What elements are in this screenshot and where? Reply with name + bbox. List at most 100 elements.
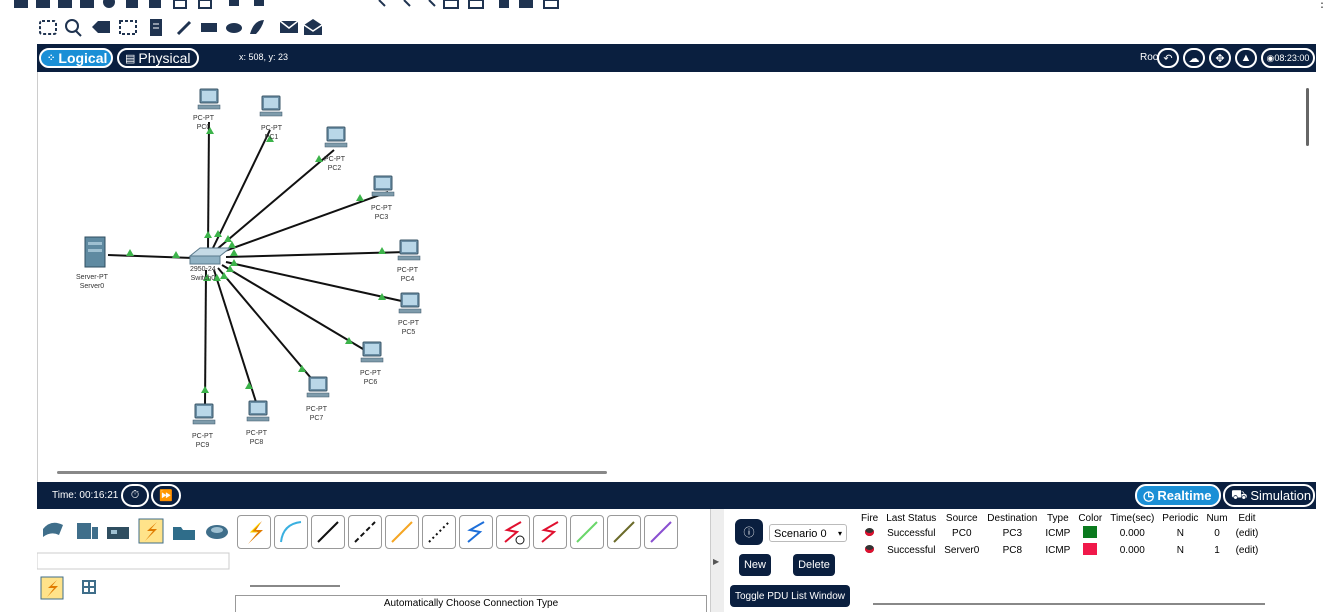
pc2-icon[interactable] — [324, 126, 348, 148]
scenario-select[interactable]: Scenario 0 ▾ — [769, 524, 847, 542]
console-cable-button[interactable] — [274, 515, 308, 549]
network-devices-category-icon[interactable] — [43, 522, 63, 537]
pc7-icon[interactable] — [306, 376, 330, 398]
fiber-button[interactable] — [385, 515, 419, 549]
scenario-info-icon[interactable]: ⓘ — [735, 519, 763, 545]
serial-dce-button[interactable] — [496, 515, 530, 549]
pc6-label: PC-PT PC6 — [360, 370, 381, 386]
toolbar-icons-row[interactable] — [14, 0, 614, 12]
fire-icon[interactable] — [865, 545, 875, 553]
add-simple-pdu-icon[interactable] — [279, 20, 299, 33]
multiuser-category-icon[interactable] — [206, 525, 228, 539]
panel-expander[interactable]: ▶ — [710, 509, 724, 612]
vertical-scrollbar[interactable] — [1306, 88, 1309, 146]
device-search-field[interactable] — [37, 552, 230, 570]
copper-cross-over-button[interactable] — [348, 515, 382, 549]
row-source: PC0 — [952, 528, 972, 539]
row-type: ICMP — [1045, 545, 1071, 556]
more-options-icon[interactable]: ⋮ — [1316, 0, 1328, 10]
realtime-clock-icon: ◷ — [1143, 487, 1155, 503]
pc1-icon[interactable] — [259, 95, 283, 117]
logical-workspace-canvas[interactable]: PC-PT PC0 PC-PT PC1 PC-PT PC2 PC-PT PC3 PC-P… — [37, 72, 1317, 482]
clock-button[interactable]: ◉ 08:23:00 — [1261, 48, 1315, 68]
col-periodic: Periodic — [1162, 513, 1199, 524]
connection-grid-icon[interactable] — [82, 580, 96, 594]
horizontal-scrollbar[interactable] — [57, 471, 607, 474]
link-pc9 — [204, 269, 207, 407]
connection-scrollbar[interactable] — [250, 585, 340, 587]
inspect-icon[interactable] — [65, 19, 82, 37]
draw-ellipse-icon[interactable] — [226, 23, 242, 33]
copper-straight-through-button[interactable] — [311, 515, 345, 549]
col-type: Type — [1046, 513, 1069, 524]
col-last-status: Last Status — [886, 513, 937, 524]
switch0-label: 2950-24 Switch0 — [190, 266, 216, 282]
miscellaneous-category-icon[interactable] — [173, 527, 195, 540]
table-row[interactable]: Successful Server0 PC8 ICMP 0.000 N 1 (e… — [857, 542, 1262, 559]
serial-dte-button[interactable] — [533, 515, 567, 549]
freeform-icon[interactable] — [250, 20, 264, 34]
pdu-table-scrollbar[interactable] — [873, 603, 1265, 605]
table-row[interactable]: Successful PC0 PC3 ICMP 0.000 N 0 (edit) — [857, 525, 1262, 542]
usb-cable-button[interactable] — [644, 515, 678, 549]
simulation-label: Simulation — [1250, 488, 1312, 503]
pdu-list-table: Fire Last Status Source Destination Type… — [857, 512, 1262, 559]
row-edit-link[interactable]: (edit) — [1232, 525, 1263, 542]
new-scenario-button[interactable]: New — [739, 554, 771, 576]
pc4-label: PC-PT PC4 — [397, 267, 418, 283]
phone-cable-button[interactable] — [422, 515, 456, 549]
draw-line-icon[interactable] — [176, 20, 192, 36]
logical-tab[interactable]: ⁘ Logical — [39, 48, 113, 68]
connection-type-hint: Automatically Choose Connection Type — [235, 595, 707, 612]
iot-custom-cable-button[interactable] — [607, 515, 641, 549]
toggle-pdu-list-button[interactable]: Toggle PDU List Window — [730, 585, 850, 607]
add-complex-pdu-icon[interactable] — [303, 19, 323, 35]
row-source: Server0 — [944, 545, 980, 556]
navigation-icon[interactable]: ✥ — [1209, 48, 1231, 68]
auto-connection-button[interactable] — [237, 515, 271, 549]
link-server0 — [107, 254, 194, 259]
realtime-tab[interactable]: ◷ Realtime — [1135, 484, 1221, 507]
fire-icon[interactable] — [865, 528, 875, 536]
col-fire: Fire — [861, 513, 879, 524]
pc0-icon[interactable] — [197, 88, 221, 110]
auto-connection-icon[interactable] — [40, 576, 64, 600]
pc3-icon[interactable] — [371, 175, 395, 197]
physical-icon: ▤ — [125, 52, 136, 65]
power-cycle-icon[interactable]: ⏱ — [121, 484, 149, 507]
physical-tab[interactable]: ▤ Physical — [117, 48, 199, 68]
components-category-icon[interactable] — [107, 527, 129, 539]
pc7-label: PC-PT PC7 — [306, 406, 327, 422]
end-devices-category-icon[interactable] — [77, 523, 98, 539]
coaxial-cable-button[interactable] — [459, 515, 493, 549]
cluster-icon[interactable]: ☁ — [1183, 48, 1205, 68]
link-status-indicators — [126, 127, 386, 393]
delete-icon[interactable] — [92, 21, 110, 33]
back-icon[interactable]: ↶ — [1157, 48, 1179, 68]
octal-cable-button[interactable] — [570, 515, 604, 549]
pc4-icon[interactable] — [397, 239, 421, 261]
note-icon[interactable] — [150, 19, 162, 36]
pdu-scenario-panel: ⓘ Scenario 0 ▾ New Delete Toggle PDU Lis… — [725, 509, 853, 612]
connections-category-icon[interactable] — [138, 518, 164, 544]
server0-icon[interactable] — [84, 236, 106, 268]
pc8-icon[interactable] — [246, 400, 270, 422]
select-icon[interactable] — [39, 20, 57, 35]
col-destination: Destination — [987, 513, 1038, 524]
simulation-tab[interactable]: ⛟ Simulation — [1223, 484, 1315, 507]
pc6-icon[interactable] — [360, 341, 384, 363]
pc9-icon[interactable] — [192, 403, 216, 425]
link-pc5 — [225, 261, 407, 303]
row-edit-link[interactable]: (edit) — [1232, 542, 1263, 559]
pc5-icon[interactable] — [398, 292, 422, 314]
resize-shape-icon[interactable] — [119, 20, 137, 35]
fast-forward-icon[interactable]: ⏩ — [151, 484, 181, 507]
cursor-coordinates: x: 508, y: 23 — [239, 52, 289, 62]
pc3-label: PC-PT PC3 — [371, 205, 392, 221]
background-image-icon[interactable]: ▲ — [1235, 48, 1257, 68]
draw-rectangle-icon[interactable] — [201, 23, 217, 32]
expand-arrow-icon: ▶ — [713, 557, 720, 566]
delete-scenario-button[interactable]: Delete — [793, 554, 835, 576]
switch0-icon[interactable] — [188, 247, 232, 265]
pdu-table-header: Fire Last Status Source Destination Type… — [857, 512, 1262, 525]
